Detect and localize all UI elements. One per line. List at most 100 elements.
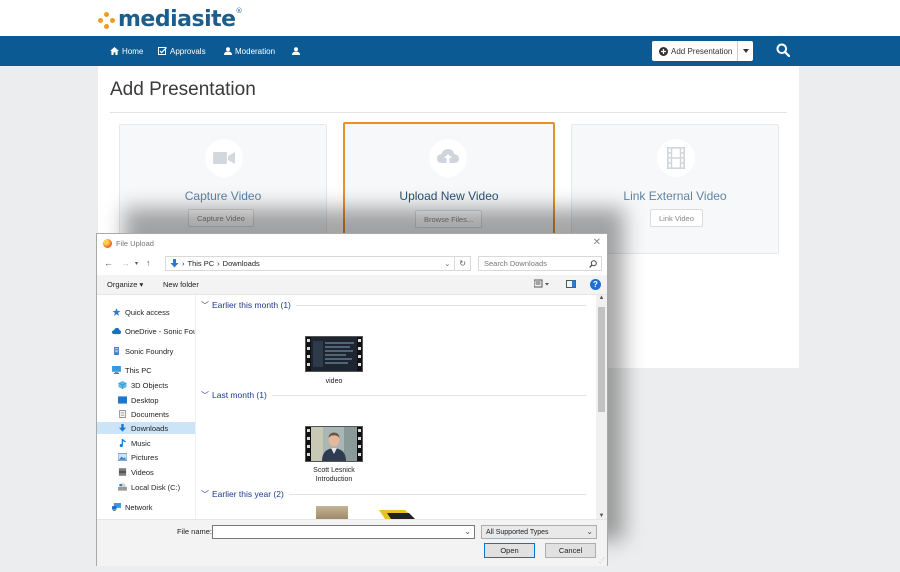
file-type-value: All Supported Types [486, 528, 549, 536]
check-square-icon [158, 47, 167, 55]
file-thumbnail-partial-1[interactable] [316, 506, 348, 519]
tree-item-quick-access[interactable]: Quick access [112, 306, 170, 318]
breadcrumb-downloads[interactable]: Downloads [223, 259, 260, 268]
main-navbar: Home Approvals Moderation Add Presentati… [0, 36, 900, 66]
download-icon [118, 424, 127, 432]
person-thumbnail-image [306, 427, 362, 461]
tree-label: Documents [131, 409, 169, 419]
tree-item-local-disk[interactable]: Local Disk (C:) [118, 481, 180, 493]
nav-approvals[interactable]: Approvals [158, 36, 206, 66]
music-icon [119, 439, 126, 447]
group-earlier-this-month[interactable]: ﹀ Earlier this month (1) [201, 299, 586, 311]
file-type-select[interactable]: All Supported Types ⌄ [481, 525, 597, 539]
file-list-scrollbar[interactable]: ▲ ▼ [596, 295, 607, 519]
add-presentation-dropdown[interactable] [738, 41, 753, 61]
firefox-icon [103, 239, 112, 248]
nav-moderation[interactable]: Moderation [224, 36, 275, 66]
building-icon [114, 347, 119, 355]
tree-label: Pictures [131, 452, 159, 462]
resize-grip-icon[interactable]: ⋰ [599, 557, 605, 564]
video-icon [118, 468, 127, 476]
tree-label: This PC [125, 365, 152, 375]
card-upload-title: Upload New Video [399, 189, 499, 203]
star-icon [112, 308, 121, 316]
forward-arrow-icon[interactable]: → [121, 258, 130, 268]
group-label: Earlier this year (2) [212, 489, 284, 499]
file-thumbnail-video[interactable] [305, 336, 363, 372]
nav-search-button[interactable] [776, 43, 791, 62]
file-name-label: File name: [177, 527, 213, 536]
collapse-chevron-icon: ﹀ [201, 489, 209, 499]
open-button[interactable]: Open [484, 543, 535, 558]
tree-item-music[interactable]: Music [118, 437, 151, 449]
nav-user[interactable] [292, 36, 303, 66]
top-header: mediasite® [0, 0, 900, 36]
organize-button[interactable]: Organize ▾ [107, 280, 143, 289]
address-bar[interactable]: › This PC › Downloads ⌄ ↻ [165, 256, 471, 271]
chevron-down-icon[interactable]: ⌄ [464, 527, 471, 536]
tree-item-pictures[interactable]: Pictures [118, 451, 158, 463]
tree-item-desktop[interactable]: Desktop [118, 394, 159, 406]
tree-label: 3D Objects [131, 380, 169, 390]
search-downloads-input[interactable]: Search Downloads [478, 256, 602, 271]
tree-item-this-pc[interactable]: This PC [112, 364, 152, 376]
add-presentation-main[interactable]: Add Presentation [652, 41, 738, 61]
tree-item-3d-objects[interactable]: 3D Objects [118, 379, 168, 391]
tree-label: Network [125, 502, 153, 512]
tree-item-network[interactable]: Network [112, 501, 153, 513]
tree-label: Downloads [131, 423, 169, 433]
recent-chevron-icon[interactable]: ▾ [135, 260, 138, 267]
dialog-titlebar[interactable]: File Upload [97, 234, 607, 253]
group-divider [295, 304, 586, 306]
group-divider [271, 394, 586, 396]
up-arrow-icon[interactable]: ↑ [146, 258, 151, 268]
mediasite-logo[interactable]: mediasite® [98, 7, 243, 32]
breadcrumb-separator: › [182, 259, 185, 268]
add-presentation-button[interactable]: Add Presentation [652, 41, 753, 61]
file-label-video[interactable]: video [294, 377, 374, 386]
user-icon [224, 47, 232, 55]
tree-label: Quick access [125, 307, 170, 317]
scroll-up-icon[interactable]: ▲ [596, 295, 607, 301]
tree-label: Sonic Foundry [125, 346, 174, 356]
tree-item-sonic-foundry[interactable]: Sonic Foundry [112, 345, 173, 357]
card-link-title: Link External Video [623, 189, 727, 203]
file-thumbnail-scott-lesnick[interactable] [305, 426, 363, 462]
tree-item-onedrive[interactable]: OneDrive - Sonic Foundry [112, 325, 195, 337]
tree-label: Music [131, 438, 151, 448]
nav-approvals-label: Approvals [170, 46, 206, 56]
tree-item-videos[interactable]: Videos [118, 466, 154, 478]
back-arrow-icon[interactable]: ← [104, 258, 113, 268]
preview-pane-button[interactable] [566, 280, 576, 290]
tree-item-documents[interactable]: Documents [118, 408, 169, 420]
tree-item-downloads[interactable]: Downloads [97, 422, 195, 434]
chevron-down-icon: ⌄ [586, 527, 593, 536]
search-placeholder: Search Downloads [484, 259, 547, 268]
cube-icon [118, 381, 127, 389]
new-folder-button[interactable]: New folder [163, 280, 199, 289]
network-icon [112, 503, 121, 511]
file-name-input[interactable]: ⌄ [212, 525, 475, 539]
dialog-close-button[interactable]: ✕ [593, 237, 601, 248]
nav-home-label: Home [122, 46, 144, 56]
refresh-icon[interactable]: ↻ [455, 259, 470, 268]
nav-home[interactable]: Home [110, 36, 143, 66]
view-options-button[interactable] [533, 279, 550, 290]
tree-label: Videos [131, 467, 154, 477]
address-dropdown-icon[interactable]: ⌄ [440, 257, 456, 270]
file-label-scott-lesnick[interactable]: Scott Lesnick Introduction [294, 466, 374, 484]
link-video-button[interactable]: Link Video [650, 209, 703, 227]
group-earlier-this-year[interactable]: ﹀ Earlier this year (2) [201, 488, 586, 500]
search-icon [776, 43, 791, 58]
help-button[interactable]: ? [590, 279, 601, 290]
address-row: ← → ▾ ↑ › This PC › Downloads ⌄ ↻ Search… [97, 255, 607, 273]
cancel-button[interactable]: Cancel [545, 543, 596, 558]
address-controls: ⌄ ↻ [440, 257, 470, 270]
file-thumbnail-partial-2[interactable] [379, 510, 415, 519]
scrollbar-thumb[interactable] [598, 307, 605, 412]
breadcrumb-this-pc[interactable]: This PC [188, 259, 215, 268]
camera-icon [205, 139, 243, 177]
cloud-icon [112, 327, 121, 335]
group-last-month[interactable]: ﹀ Last month (1) [201, 389, 586, 401]
close-icon: ✕ [592, 237, 601, 248]
